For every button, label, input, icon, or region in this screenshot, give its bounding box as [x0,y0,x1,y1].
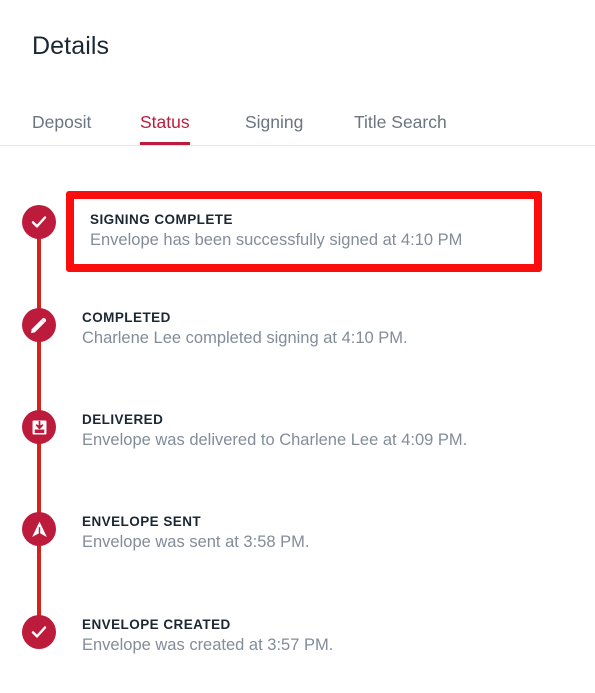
timeline-item-title: ENVELOPE SENT [82,514,202,529]
timeline-item: ENVELOPE SENT Envelope was sent at 3:58 … [0,478,595,580]
tab-bar-divider [0,145,595,146]
tab-active-indicator [140,142,190,145]
tab-deposit-label: Deposit [32,111,92,132]
timeline-item-description: Envelope was delivered to Charlene Lee a… [82,431,468,449]
timeline-item-description: Envelope was created at 3:57 PM. [82,636,334,654]
timeline-item-title: SIGNING COMPLETE [90,212,233,227]
tab-status[interactable]: Status [140,90,190,145]
timeline-item-content: COMPLETED Charlene Lee completed signing… [82,309,552,350]
tab-deposit[interactable]: Deposit [32,90,91,145]
tab-signing[interactable]: Signing [245,90,303,145]
check-circle-icon [22,615,56,649]
check-circle-icon [22,205,56,239]
timeline-item-content: DELIVERED Envelope was delivered to Char… [82,411,552,452]
timeline-item-description: Envelope has been successfully signed at… [90,231,463,249]
timeline-item: ENVELOPE CREATED Envelope was created at… [0,581,595,683]
details-panel: Details Deposit Status Signing Title Sea… [0,0,595,693]
timeline-item-title: DELIVERED [82,412,164,427]
tab-status-label: Status [140,111,190,132]
pencil-icon [22,308,56,342]
timeline-item: DELIVERED Envelope was delivered to Char… [0,376,595,478]
tab-title-search-label: Title Search [354,111,447,132]
timeline-item-description: Charlene Lee completed signing at 4:10 P… [82,329,408,347]
timeline-item-description: Envelope was sent at 3:58 PM. [82,533,310,551]
tab-signing-label: Signing [245,111,304,132]
tab-bar: Deposit Status Signing Title Search [0,90,595,146]
timeline-item: COMPLETED Charlene Lee completed signing… [0,274,595,376]
timeline-item-content: ENVELOPE SENT Envelope was sent at 3:58 … [82,513,552,554]
timeline-item-title: ENVELOPE CREATED [82,617,231,632]
page-title: Details [32,32,110,60]
paper-plane-icon [22,512,56,546]
timeline-item-content: ENVELOPE CREATED Envelope was created at… [82,616,552,657]
timeline-item: SIGNING COMPLETE Envelope has been succe… [0,171,595,273]
timeline-item-title: COMPLETED [82,310,171,325]
inbox-download-icon [22,410,56,444]
timeline-item-content: SIGNING COMPLETE Envelope has been succe… [66,191,542,272]
tab-title-search[interactable]: Title Search [354,90,447,145]
